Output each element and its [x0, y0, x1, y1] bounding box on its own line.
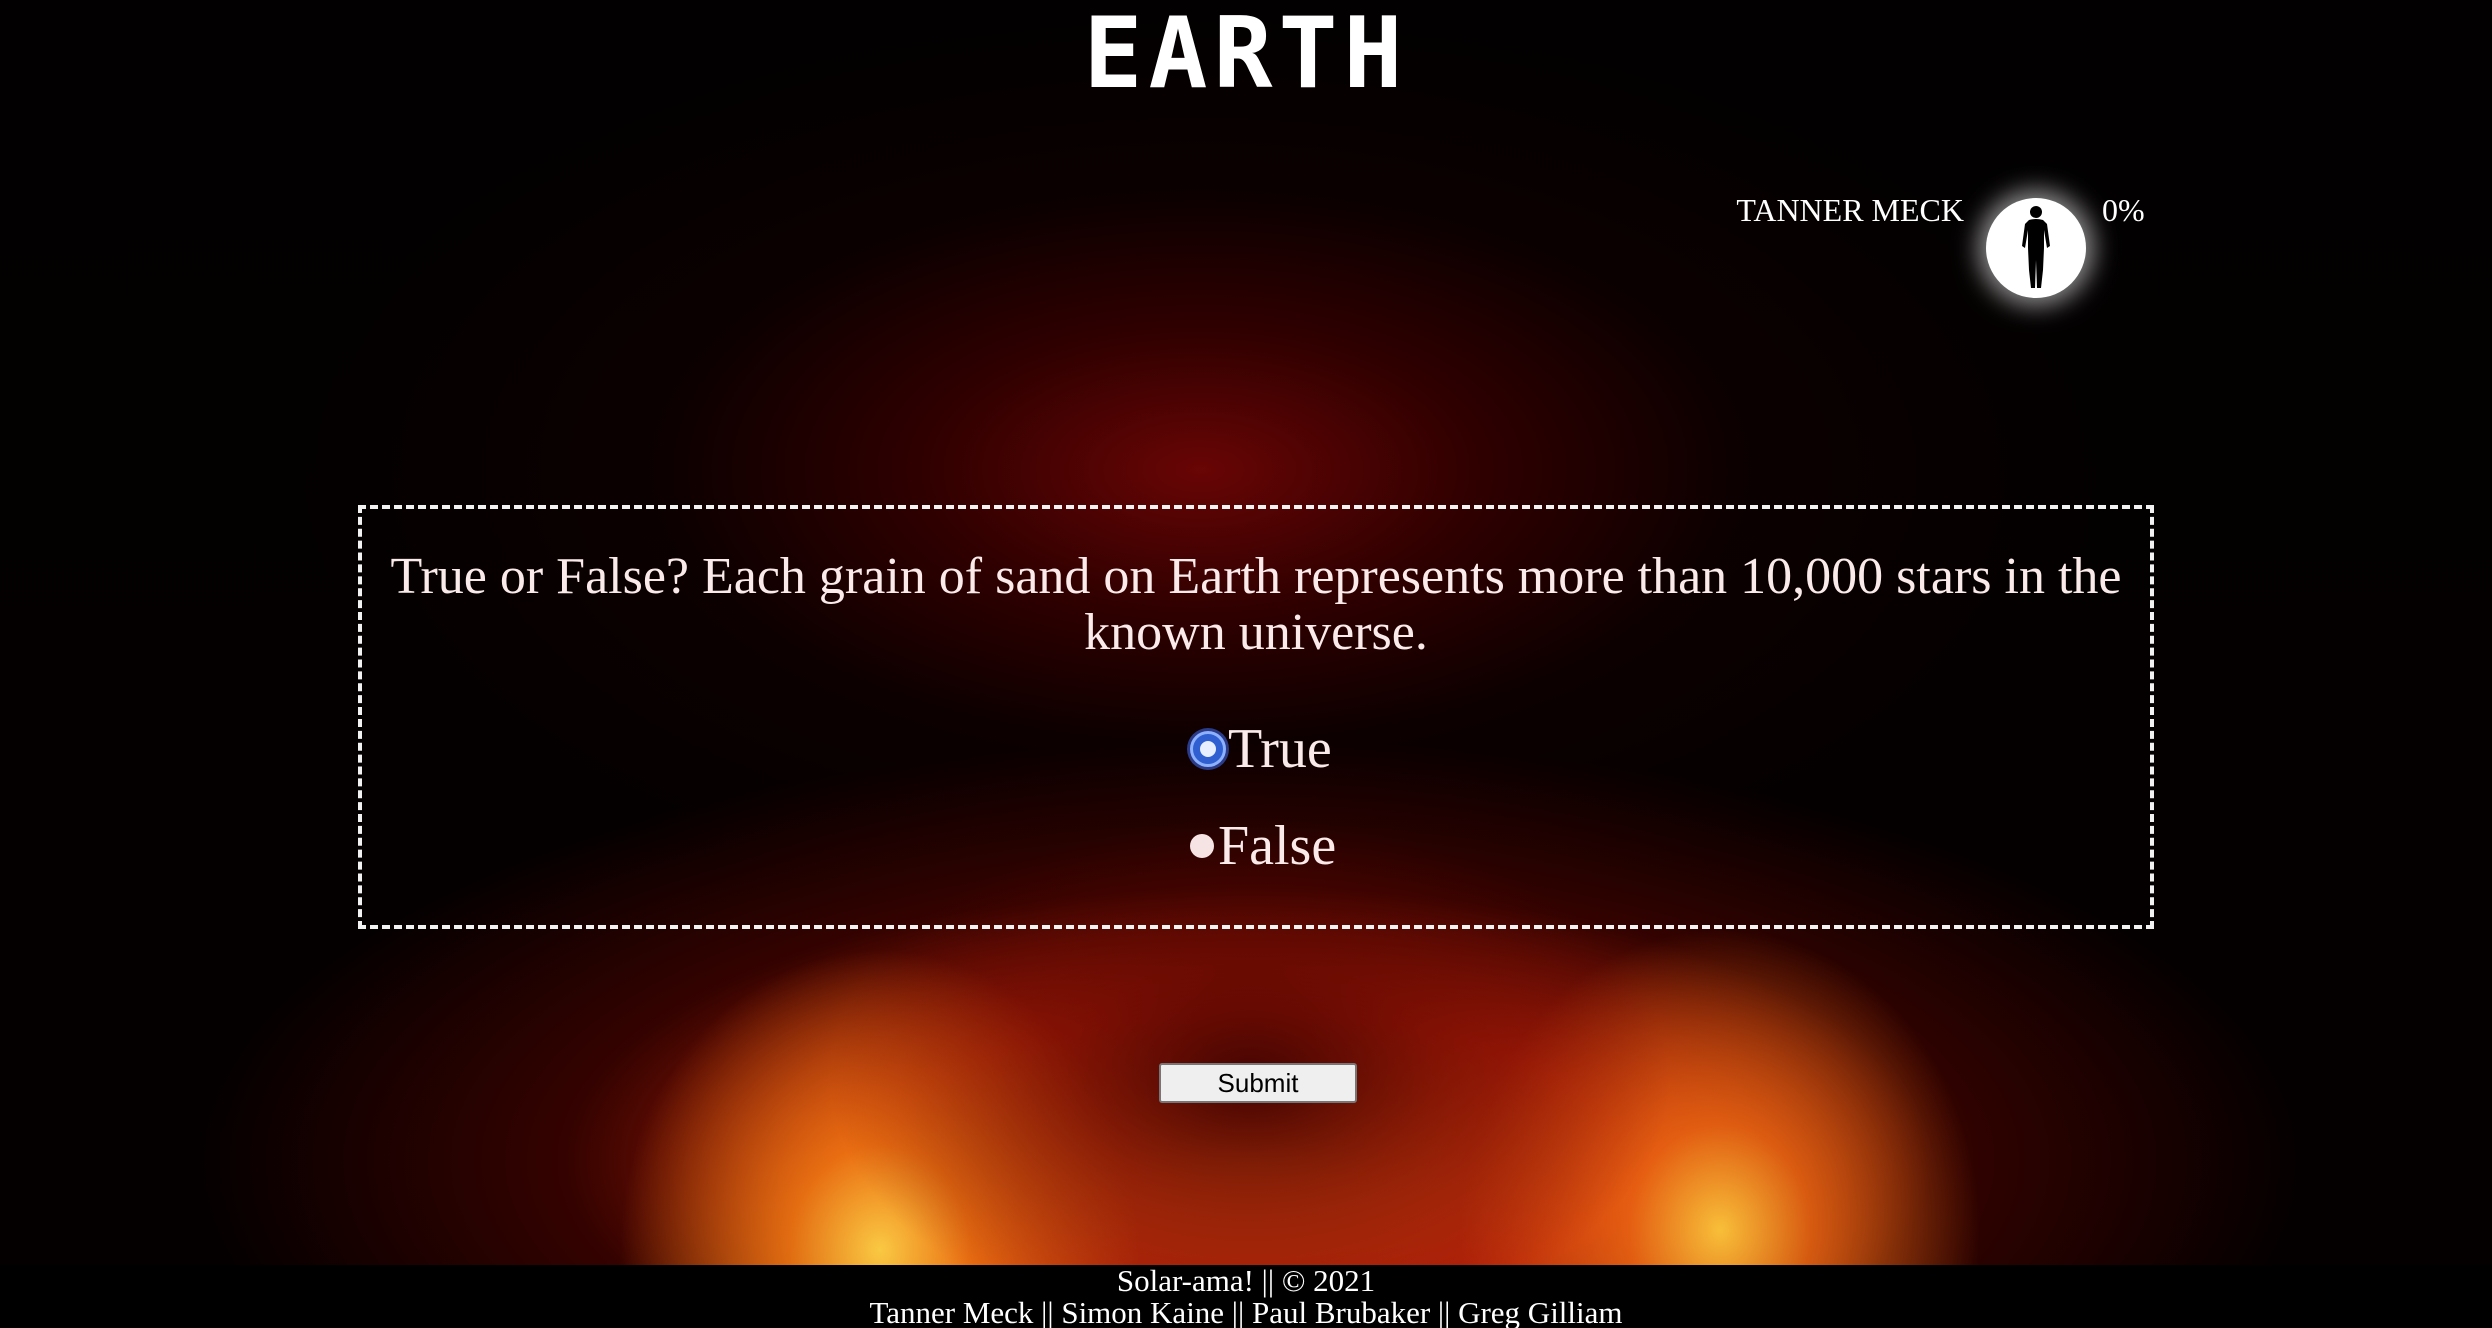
submit-button[interactable]: Submit [1159, 1063, 1357, 1103]
radio-false[interactable] [1190, 834, 1214, 858]
footer-copyright: Solar-ama! || © 2021 [1116, 1263, 1376, 1298]
option-label: True [1228, 718, 1332, 780]
footer: Solar-ama! || © 2021 Tanner Meck || Simo… [0, 1265, 2492, 1328]
radio-true[interactable] [1190, 731, 1226, 767]
footer-credits: Tanner Meck || Simon Kaine || Paul Bruba… [869, 1295, 1623, 1328]
progress-percent: 0% [2102, 192, 2145, 228]
question-card: True or False? Each grain of sand on Ear… [358, 505, 2154, 929]
avatar [1986, 198, 2086, 298]
page-title: EARTH [1083, 0, 1409, 111]
option-true[interactable]: True [1190, 714, 1332, 784]
option-false[interactable]: False [1190, 811, 1336, 881]
player-name: TANNER MECK [1736, 192, 1964, 228]
option-label: False [1218, 815, 1337, 877]
question-text: True or False? Each grain of sand on Ear… [390, 548, 2122, 661]
human-silhouette-icon [2022, 206, 2050, 288]
